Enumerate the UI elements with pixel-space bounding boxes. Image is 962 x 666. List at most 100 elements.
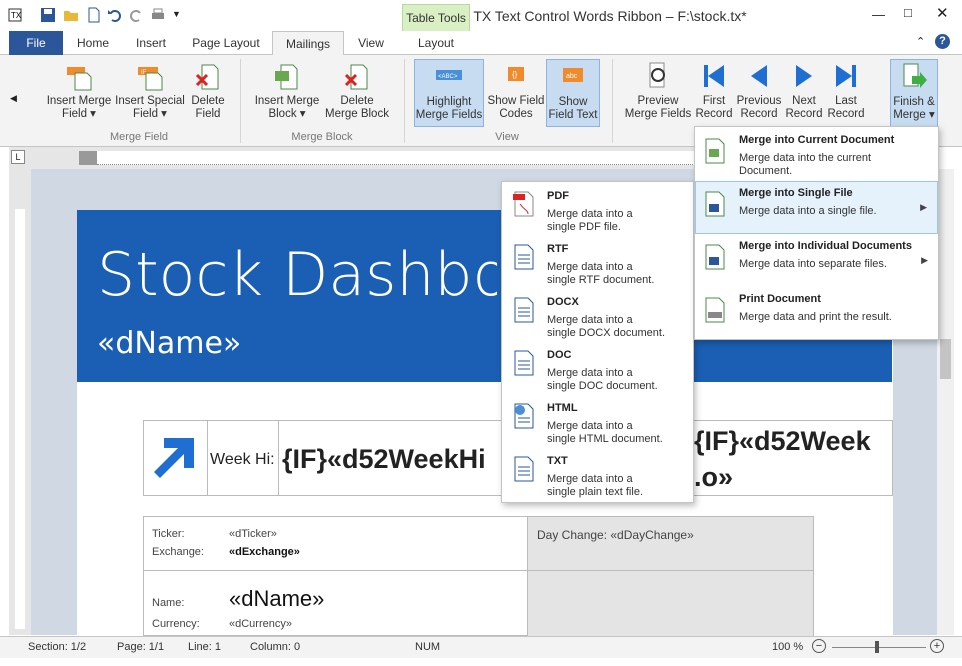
minimize-button[interactable]: — xyxy=(872,7,885,22)
menu-item-pdf-desc-1: Merge data into a xyxy=(547,208,633,220)
menu-item-html[interactable]: HTML Merge data into a single HTML docum… xyxy=(502,396,693,449)
ribbon-scroll-left-icon[interactable]: ◀ xyxy=(10,93,17,104)
insert-special-field-button[interactable]: IF Insert Special Field ▾ xyxy=(114,61,186,121)
ticker-label[interactable]: Ticker: xyxy=(152,528,185,540)
last-record-button[interactable]: Last Record xyxy=(826,61,866,121)
tab-view[interactable]: View xyxy=(350,31,392,55)
menu-item-merge-single-file[interactable]: Merge into Single File Merge data into a… xyxy=(695,181,938,234)
previous-record-label-1: Previous xyxy=(736,95,782,107)
name-label[interactable]: Name: xyxy=(152,597,184,609)
menu-item-merge-single-title: Merge into Single File xyxy=(739,187,853,199)
menu-item-pdf[interactable]: PDF Merge data into a single PDF file. xyxy=(502,184,693,237)
tab-mailings[interactable]: Mailings xyxy=(272,31,344,56)
group-separator xyxy=(612,59,613,143)
zoom-slider[interactable] xyxy=(832,647,926,648)
new-document-icon[interactable] xyxy=(86,7,102,23)
merge-single-file-icon xyxy=(705,191,725,217)
zoom-slider-thumb[interactable] xyxy=(875,641,879,653)
finish-merge-icon xyxy=(903,63,927,88)
tab-file[interactable]: File xyxy=(9,31,63,55)
first-record-button[interactable]: First Record xyxy=(694,61,734,121)
print-document-icon xyxy=(705,297,725,323)
week-hi-field[interactable]: {IF}«d52WeekHi xyxy=(282,444,500,475)
menu-item-print-document[interactable]: Print Document Merge data and print the … xyxy=(695,288,938,341)
menu-item-txt[interactable]: TXT Merge data into a single plain text … xyxy=(502,449,693,502)
menu-item-merge-current[interactable]: Merge into Current Document Merge data i… xyxy=(695,129,938,182)
exchange-label[interactable]: Exchange: xyxy=(152,546,204,558)
first-record-icon xyxy=(704,65,724,87)
menu-item-doc-title: DOC xyxy=(547,349,572,361)
show-field-text-button[interactable]: abc Show Field Text xyxy=(546,59,600,127)
show-field-codes-label-2: Codes xyxy=(499,108,533,120)
next-record-button[interactable]: Next Record xyxy=(784,61,824,121)
menu-item-rtf[interactable]: RTF Merge data into a single RTF documen… xyxy=(502,237,693,290)
app-icon[interactable]: TX xyxy=(8,7,24,23)
left-margin-marker[interactable] xyxy=(79,151,97,165)
print-icon[interactable] xyxy=(150,7,166,23)
show-field-text-label-1: Show xyxy=(558,96,588,108)
document-title[interactable]: Stock Dashboa xyxy=(97,240,497,310)
zoom-in-icon[interactable]: + xyxy=(930,639,944,653)
document-name-field[interactable]: «dName» xyxy=(97,326,241,361)
menu-item-pdf-title: PDF xyxy=(547,190,569,202)
customize-qat-icon[interactable]: ▼ xyxy=(172,9,181,19)
menu-item-doc-desc-2: single DOC document. xyxy=(547,380,658,392)
insert-merge-field-icon xyxy=(67,67,92,91)
info-table-row-divider xyxy=(144,570,813,571)
currency-value[interactable]: «dCurrency» xyxy=(229,618,292,630)
preview-magnifier-icon xyxy=(649,62,665,88)
week-lo-tail[interactable]: .o» xyxy=(694,462,733,493)
insert-merge-field-button[interactable]: Insert Merge Field ▾ xyxy=(44,61,114,121)
preview-label-1: Preview xyxy=(637,95,679,107)
maximize-button[interactable]: □ xyxy=(904,5,912,20)
first-record-label-1: First xyxy=(702,95,726,107)
tab-home[interactable]: Home xyxy=(70,31,116,55)
exchange-value[interactable]: «dExchange» xyxy=(229,546,300,558)
status-column: Column: 0 xyxy=(250,641,301,653)
close-button[interactable]: ✕ xyxy=(936,4,949,22)
insert-merge-block-icon xyxy=(275,64,298,90)
finish-merge-button[interactable]: Finish & Merge ▾ xyxy=(890,59,938,127)
week-table-divider xyxy=(278,420,279,496)
last-record-icon xyxy=(836,65,856,87)
save-icon[interactable] xyxy=(40,7,56,23)
tab-insert[interactable]: Insert xyxy=(128,31,174,55)
svg-text:TX: TX xyxy=(11,11,22,20)
menu-item-doc[interactable]: DOC Merge data into a single DOC documen… xyxy=(502,343,693,396)
week-lo-field[interactable]: {IF}«d52Week xyxy=(694,426,871,457)
day-change-field[interactable]: Day Change: «dDayChange» xyxy=(537,528,694,542)
title-bar: TX ▼ Table Tools TX Text Control Words R… xyxy=(0,0,962,31)
menu-item-merge-individual[interactable]: Merge into Individual Documents Merge da… xyxy=(695,235,938,288)
currency-label[interactable]: Currency: xyxy=(152,618,200,630)
doc-file-icon xyxy=(514,350,534,376)
ticker-value[interactable]: «dTicker» xyxy=(229,528,277,540)
week-hi-label[interactable]: Week Hi: xyxy=(210,451,275,469)
tab-page-layout[interactable]: Page Layout xyxy=(188,31,264,55)
menu-item-merge-current-title: Merge into Current Document xyxy=(739,134,895,146)
show-field-codes-button[interactable]: {} Show Field Codes xyxy=(486,61,546,121)
arrow-up-right-icon xyxy=(154,438,194,478)
vertical-ruler[interactable] xyxy=(9,169,31,635)
undo-icon[interactable] xyxy=(107,7,123,23)
menu-item-html-title: HTML xyxy=(547,402,578,414)
preview-merge-fields-button[interactable]: Preview Merge Fields xyxy=(622,61,694,121)
open-icon[interactable] xyxy=(63,7,79,23)
highlight-merge-fields-button[interactable]: <ABC> Highlight Merge Fields xyxy=(414,59,484,127)
redo-icon[interactable] xyxy=(128,7,144,23)
vertical-scrollbar[interactable] xyxy=(937,169,954,635)
menu-item-doc-desc-1: Merge data into a xyxy=(547,367,633,379)
merge-single-file-submenu: PDF Merge data into a single PDF file. R… xyxy=(501,181,694,503)
previous-record-button[interactable]: Previous Record xyxy=(736,61,782,121)
zoom-out-icon[interactable]: − xyxy=(812,639,826,653)
scrollbar-thumb[interactable] xyxy=(940,339,951,379)
delete-merge-block-button[interactable]: Delete Merge Block xyxy=(322,61,392,121)
insert-merge-block-button[interactable]: Insert Merge Block ▾ xyxy=(252,61,322,121)
menu-item-docx[interactable]: DOCX Merge data into a single DOCX docum… xyxy=(502,290,693,343)
svg-text:abc: abc xyxy=(566,73,578,80)
collapse-ribbon-icon[interactable]: ⌃ xyxy=(916,35,925,48)
delete-field-button[interactable]: Delete Field xyxy=(188,61,228,121)
tab-stop-selector-icon[interactable]: L xyxy=(11,150,25,164)
help-icon[interactable]: ? xyxy=(935,34,950,49)
name-value[interactable]: «dName» xyxy=(229,586,324,612)
tab-layout[interactable]: Layout xyxy=(410,31,462,55)
